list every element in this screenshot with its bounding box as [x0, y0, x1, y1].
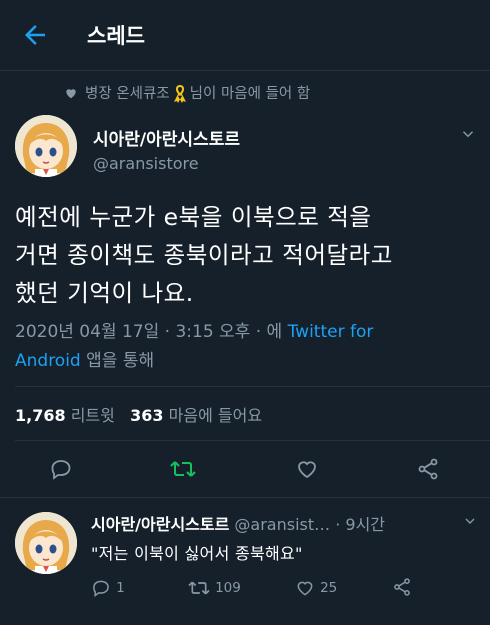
tweet-text: 예전에 누군가 e북을 이북으로 적을 거면 종이책도 종북이라고 적어달라고 …	[15, 198, 480, 312]
reply-divider	[0, 497, 490, 498]
stats-divider-top	[15, 386, 490, 387]
share-icon[interactable]	[416, 457, 440, 481]
reply-reply-icon	[93, 580, 109, 597]
reply-chevron-down-icon[interactable]	[462, 513, 478, 529]
reply-like-icon	[297, 581, 313, 596]
page-title: 스레드	[87, 24, 145, 48]
reply-handle[interactable]: @aransist…	[234, 515, 330, 534]
like-count: 363	[130, 406, 164, 425]
tweet-text-line: 거면 종이책도 종북이라고 적어달라고	[15, 241, 393, 269]
tweet-meta: 2020년 04월 17일 · 3:15 오후 · 에 Twitter for …	[15, 318, 480, 376]
reply-text: "저는 이북이 싫어서 종북해요"	[91, 544, 303, 563]
source-link[interactable]: Twitter for	[288, 322, 374, 342]
top-bar	[0, 0, 490, 72]
tweet-text-line: 했던 기억이 나요.	[15, 279, 194, 307]
header-divider	[0, 70, 490, 71]
avatar-image	[15, 115, 77, 177]
reply-action-retweet[interactable]: 109	[188, 577, 241, 598]
reply-retweet-icon	[188, 581, 210, 594]
chevron-down-icon[interactable]	[459, 125, 477, 143]
timestamp[interactable]: 2020년 04월 17일 · 3:15 오후 · 에	[15, 322, 282, 342]
reply-like-count: 25	[320, 580, 338, 596]
user-handle[interactable]: @aransistore	[93, 154, 199, 173]
reply-retweet-count: 109	[215, 580, 241, 596]
like-label: 마음에 들어요	[168, 406, 263, 425]
reply-icon[interactable]	[49, 457, 73, 481]
reply-action-reply[interactable]: 1	[91, 577, 125, 598]
reply-avatar[interactable]	[15, 512, 77, 574]
social-context-label: 님이 마음에 들어 함	[189, 86, 311, 102]
retweet-icon[interactable]	[170, 457, 196, 481]
retweet-label: 리트윗	[70, 406, 115, 425]
reply-avatar-image	[15, 512, 77, 574]
source-suffix: 앱을 통해	[86, 351, 155, 371]
arrow-left-icon[interactable]	[20, 20, 50, 50]
like-stat[interactable]: 363 마음에 들어요	[130, 406, 262, 425]
yellow-ribbon-icon	[173, 84, 186, 103]
reply-action-like[interactable]: 25	[295, 577, 337, 598]
tweet-text-line: 예전에 누군가 e북을 이북으로 적을	[15, 203, 372, 231]
display-name[interactable]: 시아란/아란시스토르	[93, 125, 240, 150]
social-context[interactable]: 병장 온세큐조 님이 마음에 들어 함	[64, 82, 310, 103]
heart-icon	[66, 88, 76, 98]
reply-time: · 9시간	[335, 515, 386, 534]
reply-display-name[interactable]: 시아란/아란시스토르	[91, 515, 229, 534]
like-icon[interactable]	[295, 457, 319, 481]
reply-reply-count: 1	[116, 580, 125, 596]
stats-divider-bottom	[15, 440, 490, 441]
source-link-android[interactable]: Android	[15, 351, 81, 371]
reply-header: 시아란/아란시스토르 @aransist… · 9시간	[91, 511, 385, 535]
retweet-stat[interactable]: 1,768 리트윗	[15, 406, 115, 425]
retweet-count: 1,768	[15, 406, 66, 425]
engagement-stats: 1,768 리트윗 363 마음에 들어요	[15, 402, 262, 426]
reply-share-icon[interactable]	[392, 577, 412, 597]
social-context-user: 병장 온세큐조	[85, 86, 170, 102]
avatar[interactable]	[15, 115, 77, 177]
